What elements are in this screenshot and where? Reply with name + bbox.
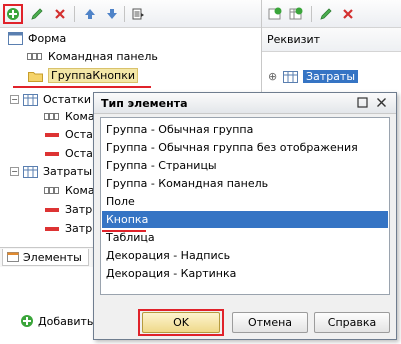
elements-toolbar [0, 0, 261, 28]
attributes-toolbar [262, 0, 401, 28]
list-menu-icon [132, 8, 144, 20]
command-panel-icon [44, 110, 60, 124]
maximize-icon[interactable] [357, 97, 370, 110]
delete-button[interactable] [50, 4, 70, 24]
elements-tab-icon [7, 252, 19, 262]
tree-item-zatraty[interactable]: Затраты [22, 163, 92, 180]
cancel-button[interactable]: Отмена [232, 312, 308, 333]
table-icon [22, 93, 38, 107]
close-icon[interactable] [376, 97, 389, 110]
element-type-dialog: Тип элемента Группа - Обычная группа Гру… [93, 92, 397, 340]
delete-attribute-button[interactable] [338, 4, 358, 24]
command-panel-icon [44, 184, 60, 198]
ok-button[interactable]: OK [142, 312, 220, 333]
help-button[interactable]: Справка [314, 312, 390, 333]
tree-item-field[interactable]: Оста [44, 126, 93, 143]
list-item[interactable]: Декорация - Картинка [102, 265, 388, 282]
add-circle-icon [7, 8, 19, 20]
collapse-toggle[interactable]: − [10, 167, 19, 176]
field-icon [44, 222, 60, 236]
tree-item-command-panel[interactable]: Командная панель [27, 48, 158, 65]
tab-elements[interactable]: Элементы [2, 249, 89, 266]
arrow-down-icon [107, 9, 117, 19]
collapse-toggle[interactable]: − [10, 95, 19, 104]
tree-item-form[interactable]: Форма [7, 30, 66, 47]
expand-plus-icon[interactable]: ⊕ [268, 70, 278, 83]
list-item[interactable]: Декорация - Надпись [102, 247, 388, 264]
pencil-icon [320, 8, 332, 20]
tree-item-field[interactable]: Затр [44, 220, 92, 237]
delete-x-icon [55, 9, 65, 19]
list-item[interactable]: Группа - Обычная группа без отображения [102, 139, 388, 156]
field-icon [44, 128, 60, 142]
add-button[interactable] [3, 4, 23, 24]
list-item[interactable]: Группа - Командная панель [102, 175, 388, 192]
command-panel-icon [27, 50, 43, 64]
list-item-selected[interactable]: Кнопка [102, 211, 388, 228]
dialog-title: Тип элемента [94, 93, 396, 114]
move-down-button[interactable] [102, 4, 122, 24]
form-icon [7, 32, 23, 46]
add-circle-icon [21, 315, 33, 327]
element-type-list: Группа - Обычная группа Группа - Обычная… [100, 117, 390, 295]
tree-item-button-group[interactable]: ГруппаКнопки [27, 67, 139, 84]
table-icon [282, 70, 298, 84]
tree-item-field[interactable]: Затр [44, 201, 92, 218]
table-icon [22, 165, 38, 179]
more-actions-button[interactable] [128, 4, 148, 24]
list-item[interactable]: Группа - Обычная группа [102, 121, 388, 138]
folder-icon [27, 69, 43, 83]
add-command-button[interactable]: Добавить [20, 311, 93, 331]
add-attribute-button[interactable] [265, 4, 285, 24]
tree-item-field[interactable]: Оста [44, 145, 93, 162]
add-column-button[interactable] [286, 4, 306, 24]
list-item[interactable]: Поле [102, 193, 388, 210]
move-up-button[interactable] [80, 4, 100, 24]
edit-attribute-button[interactable] [316, 4, 336, 24]
edit-button[interactable] [27, 4, 47, 24]
pencil-icon [31, 8, 43, 20]
field-icon [44, 147, 60, 161]
list-item[interactable]: Группа - Страницы [102, 157, 388, 174]
add-attribute-icon [268, 7, 282, 20]
arrow-up-icon [85, 9, 95, 19]
tree-item-ostatki[interactable]: Остатки [22, 91, 91, 108]
attribute-row-zatraty[interactable]: ⊕ Затраты [268, 68, 359, 85]
field-icon [44, 203, 60, 217]
attributes-column-header: Реквизит [262, 28, 401, 52]
add-column-icon [289, 7, 303, 20]
delete-x-icon [343, 9, 353, 19]
